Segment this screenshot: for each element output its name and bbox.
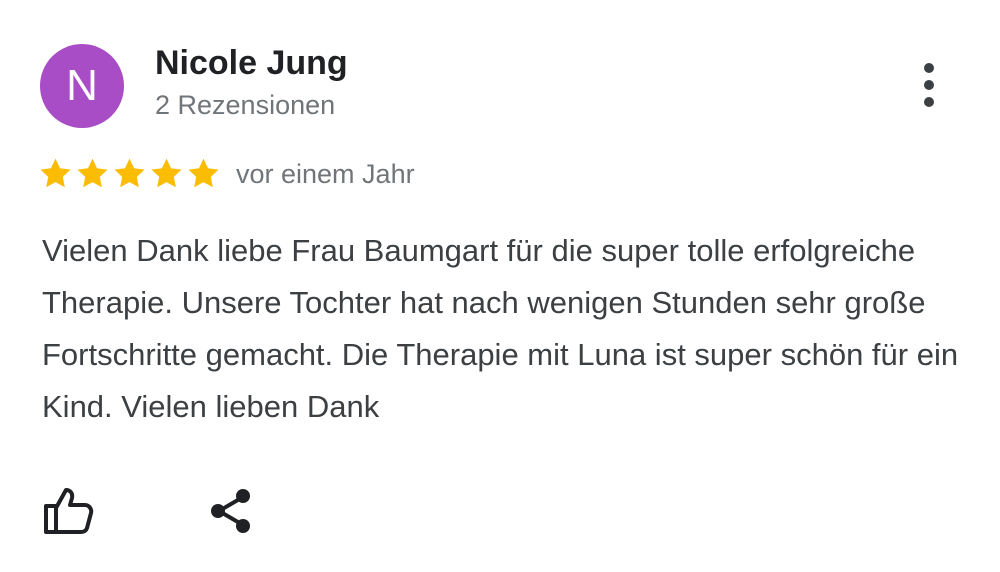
like-button[interactable]	[40, 484, 96, 536]
review-text: Vielen Dank liebe Frau Baumgart für die …	[42, 233, 959, 424]
thumbs-up-icon	[44, 488, 94, 534]
share-button[interactable]	[206, 486, 256, 536]
star-icon	[151, 158, 182, 188]
author-name[interactable]: Nicole Jung	[155, 44, 348, 83]
avatar-letter: N	[66, 61, 98, 110]
star-icon	[114, 158, 145, 188]
more-vert-icon	[924, 63, 934, 73]
star-icon	[77, 158, 108, 188]
avatar[interactable]: N	[40, 44, 124, 128]
star-rating	[38, 156, 221, 191]
star-icon	[40, 158, 71, 188]
more-vert-icon-dot	[924, 80, 934, 90]
review-count: 2 Rezensionen	[155, 90, 336, 120]
review-time: vor einem Jahr	[236, 159, 415, 189]
more-vert-icon-dot	[924, 97, 934, 107]
star-icon	[188, 158, 219, 188]
more-options-button[interactable]	[906, 60, 952, 110]
share-icon	[211, 489, 250, 533]
